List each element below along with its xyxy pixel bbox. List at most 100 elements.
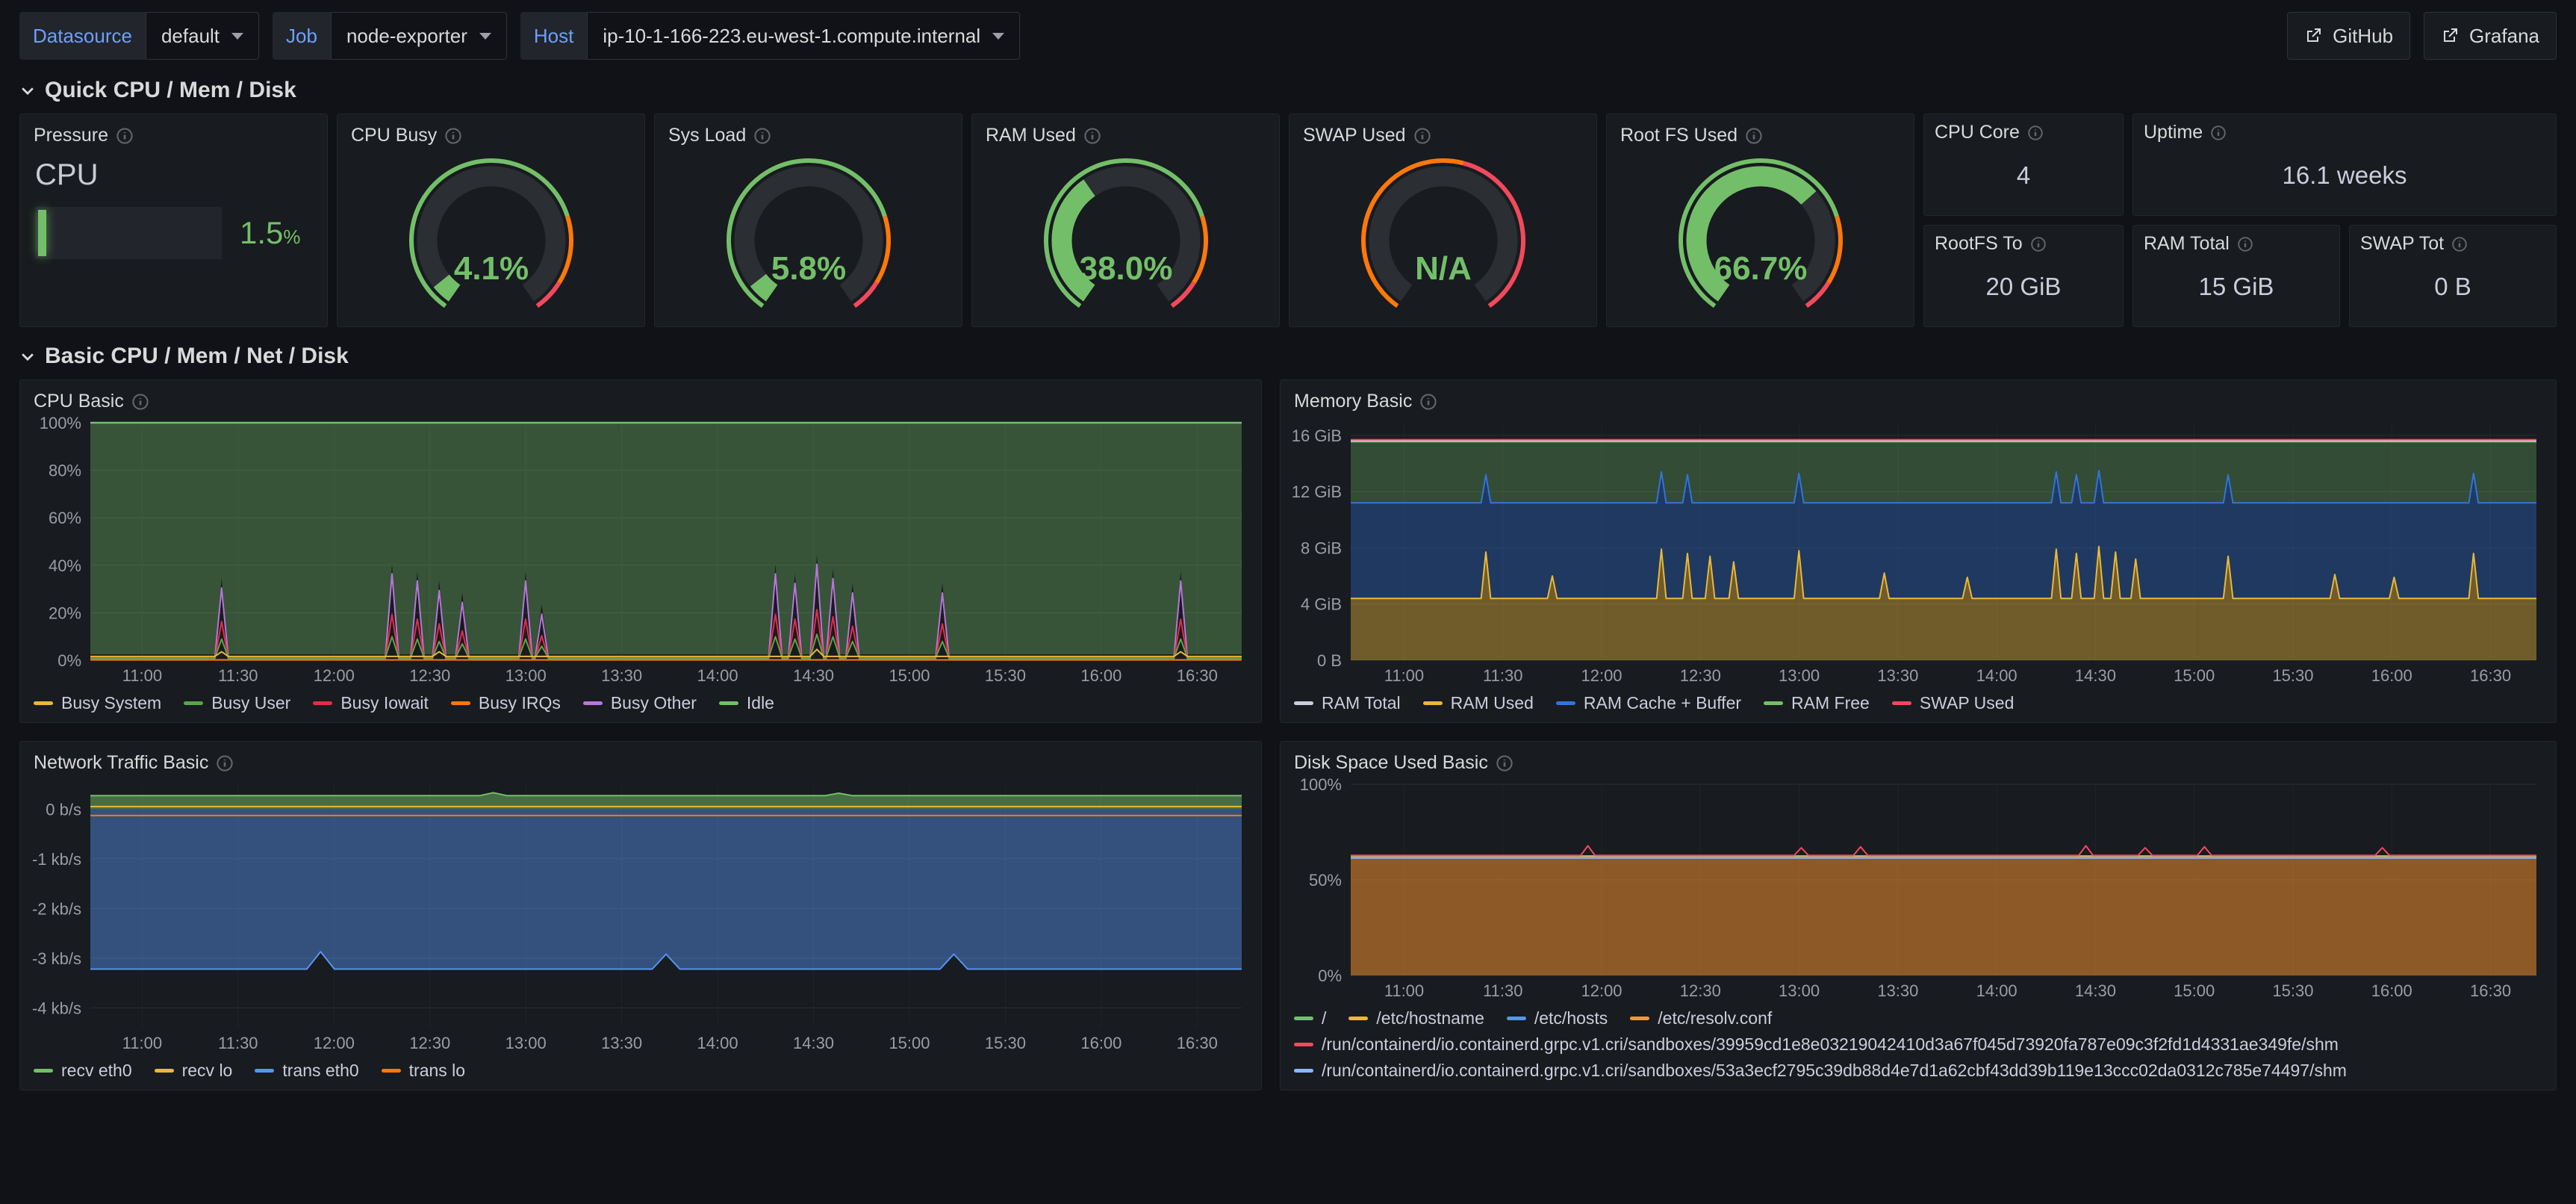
x-axis-label: 11:30 bbox=[218, 1034, 258, 1052]
series-color-swatch bbox=[1764, 701, 1783, 705]
x-axis-label: 15:30 bbox=[2272, 666, 2313, 685]
github-link-label: GitHub bbox=[2333, 25, 2393, 48]
legend-label: Busy User bbox=[211, 693, 290, 713]
series-color-swatch bbox=[1294, 701, 1313, 705]
memory-basic-svg: 0 B4 GiB8 GiB12 GiB16 GiB11:0011:3012:00… bbox=[1287, 417, 2544, 687]
panel-disk-space-used-basic: Disk Space Used Basic 0%50%100%11:0011:3… bbox=[1280, 741, 2557, 1090]
info-icon bbox=[116, 127, 134, 145]
x-axis-label: 11:00 bbox=[122, 666, 162, 685]
info-icon bbox=[1419, 393, 1437, 411]
grafana-link-button[interactable]: Grafana bbox=[2424, 12, 2557, 60]
cpu-basic-legend: Busy System Busy User Busy Iowait Busy IRQs… bbox=[26, 687, 1249, 713]
x-axis-label: 15:00 bbox=[2174, 981, 2215, 1000]
legend-item[interactable]: recv lo bbox=[155, 1061, 233, 1081]
legend-item[interactable]: SWAP Used bbox=[1892, 693, 2015, 713]
series-color-swatch bbox=[313, 701, 332, 705]
info-icon bbox=[216, 754, 234, 772]
legend-label: recv eth0 bbox=[61, 1061, 132, 1081]
x-axis-label: 15:30 bbox=[2272, 981, 2313, 1000]
host-value: ip-10-1-166-223.eu-west-1.compute.intern… bbox=[603, 25, 980, 48]
panel-root-fs-used: Root FS Used 66.7% bbox=[1606, 114, 1914, 327]
legend-item[interactable]: /etc/resolv.conf bbox=[1630, 1008, 1772, 1028]
legend-item[interactable]: Idle bbox=[719, 693, 774, 713]
section-quick-cpu-mem-disk[interactable]: Quick CPU / Mem / Disk bbox=[19, 70, 2557, 114]
x-axis-label: 13:30 bbox=[601, 1034, 642, 1052]
legend-item[interactable]: /run/containerd/io.containerd.grpc.v1.cr… bbox=[1294, 1034, 2339, 1055]
legend-label: RAM Used bbox=[1451, 693, 1534, 713]
series-color-swatch bbox=[1348, 1017, 1368, 1020]
legend-item[interactable]: RAM Cache + Buffer bbox=[1556, 693, 1741, 713]
legend-item[interactable]: /etc/hosts bbox=[1507, 1008, 1608, 1028]
panel-title: RootFS To bbox=[1935, 233, 2023, 255]
series-color-swatch bbox=[382, 1069, 401, 1073]
legend-label: Busy Iowait bbox=[340, 693, 429, 713]
legend-item[interactable]: /etc/hostname bbox=[1348, 1008, 1484, 1028]
panel-cpu-busy: CPU Busy 4.1% bbox=[337, 114, 645, 327]
job-dropdown[interactable]: node-exporter bbox=[331, 12, 507, 60]
panel-title: Memory Basic bbox=[1294, 391, 1412, 412]
legend-label: /etc/resolv.conf bbox=[1658, 1008, 1772, 1028]
legend-item[interactable]: Busy Iowait bbox=[313, 693, 429, 713]
y-axis-label: 50% bbox=[1309, 871, 1342, 890]
y-axis-label: -4 kb/s bbox=[32, 999, 81, 1017]
x-axis-label: 16:30 bbox=[2470, 981, 2511, 1000]
network-traffic-basic-chart: 0 b/s-1 kb/s-2 kb/s-3 kb/s-4 kb/s11:0011… bbox=[20, 777, 1261, 1090]
legend-item[interactable]: RAM Total bbox=[1294, 693, 1401, 713]
legend-item[interactable]: Busy User bbox=[184, 693, 290, 713]
x-axis-label: 14:00 bbox=[1976, 981, 2017, 1000]
gauge-svg: 38.0% bbox=[999, 151, 1253, 326]
legend-item[interactable]: Busy System bbox=[34, 693, 161, 713]
legend-label: Busy IRQs bbox=[479, 693, 561, 713]
legend-label: /run/containerd/io.containerd.grpc.v1.cr… bbox=[1322, 1034, 2339, 1055]
legend-item[interactable]: trans eth0 bbox=[255, 1061, 358, 1081]
x-axis-label: 16:30 bbox=[1177, 1034, 1218, 1052]
chevron-down-icon bbox=[992, 33, 1004, 40]
gauge-svg: 4.1% bbox=[364, 151, 618, 326]
gauge-value: N/A bbox=[1415, 250, 1472, 287]
x-axis-label: 13:00 bbox=[505, 666, 547, 685]
info-icon bbox=[2237, 236, 2253, 252]
x-axis-label: 13:30 bbox=[601, 666, 642, 685]
series-color-swatch bbox=[1294, 1069, 1313, 1073]
series-color-swatch bbox=[451, 701, 470, 705]
legend-label: recv lo bbox=[182, 1061, 233, 1081]
x-axis-label: 16:30 bbox=[1177, 666, 1218, 685]
legend-item[interactable]: trans lo bbox=[382, 1061, 465, 1081]
gauge-svg: 66.7% bbox=[1634, 151, 1888, 326]
host-dropdown[interactable]: ip-10-1-166-223.eu-west-1.compute.intern… bbox=[587, 12, 1020, 60]
network-basic-svg: 0 b/s-1 kb/s-2 kb/s-3 kb/s-4 kb/s11:0011… bbox=[26, 778, 1249, 1055]
x-axis-label: 12:00 bbox=[1581, 666, 1622, 685]
y-axis-label: -3 kb/s bbox=[32, 949, 81, 968]
legend-item[interactable]: RAM Used bbox=[1423, 693, 1534, 713]
panel-title: SWAP Tot bbox=[2360, 233, 2444, 255]
x-axis-label: 11:00 bbox=[1384, 981, 1424, 1000]
series-color-swatch bbox=[719, 701, 738, 705]
series-color-swatch bbox=[155, 1069, 174, 1073]
section-basic-cpu-mem-net-disk[interactable]: Basic CPU / Mem / Net / Disk bbox=[19, 327, 2557, 379]
legend-item[interactable]: Busy IRQs bbox=[451, 693, 561, 713]
legend-item[interactable]: RAM Free bbox=[1764, 693, 1870, 713]
disk-space-used-basic-chart: 0%50%100%11:0011:3012:0012:3013:0013:301… bbox=[1281, 777, 2556, 1090]
legend-item[interactable]: / bbox=[1294, 1008, 1326, 1028]
cpu-basic-chart: 0%20%40%60%80%100%11:0011:3012:0012:3013… bbox=[20, 415, 1261, 722]
panel-title: Sys Load bbox=[668, 125, 746, 146]
swap-used-gauge: N/A bbox=[1289, 149, 1596, 326]
dashboard-controls: Datasource default Job node-exporter Hos… bbox=[19, 0, 2557, 70]
info-icon bbox=[2030, 236, 2047, 252]
job-value: node-exporter bbox=[346, 25, 467, 48]
y-axis-label: 20% bbox=[49, 603, 81, 622]
github-link-button[interactable]: GitHub bbox=[2287, 12, 2410, 60]
cpu-basic-svg: 0%20%40%60%80%100%11:0011:3012:0012:3013… bbox=[26, 417, 1249, 687]
panel-rootfs-total: RootFS To 20 GiB bbox=[1923, 225, 2124, 327]
legend-item[interactable]: Busy Other bbox=[583, 693, 697, 713]
x-axis-label: 12:00 bbox=[314, 1034, 355, 1052]
legend-label: trans eth0 bbox=[282, 1061, 358, 1081]
datasource-dropdown[interactable]: default bbox=[146, 12, 259, 60]
series-color-swatch bbox=[1294, 1017, 1313, 1020]
legend-item[interactable]: /run/containerd/io.containerd.grpc.v1.cr… bbox=[1294, 1061, 2347, 1081]
legend-item[interactable]: recv eth0 bbox=[34, 1061, 132, 1081]
cpu-cores-value: 4 bbox=[1924, 143, 2123, 215]
swap-total-value: 0 B bbox=[2350, 255, 2556, 326]
series-color-swatch bbox=[34, 701, 53, 705]
y-axis-label: 0% bbox=[1318, 966, 1342, 985]
